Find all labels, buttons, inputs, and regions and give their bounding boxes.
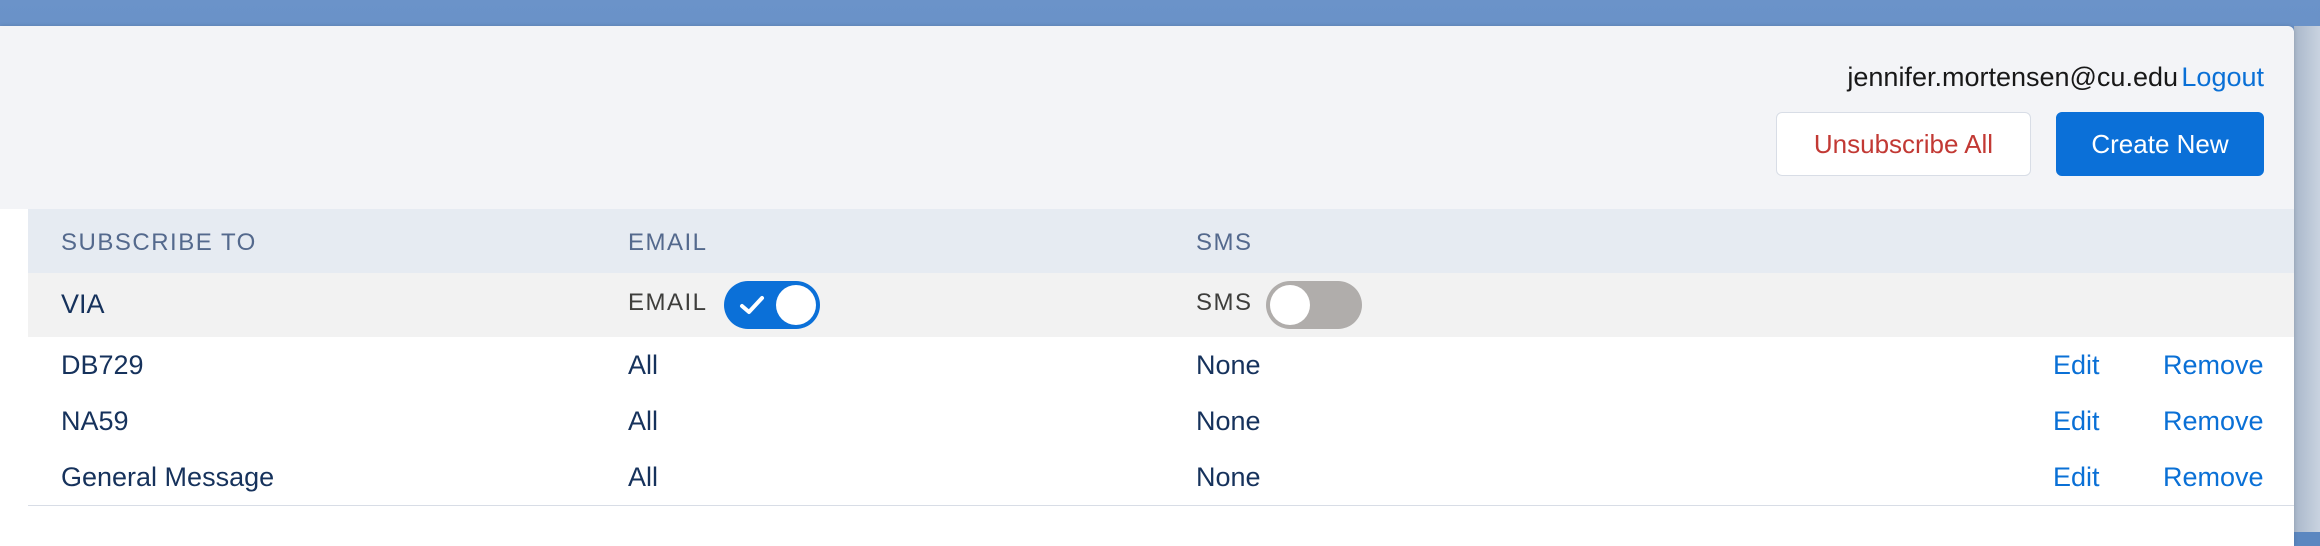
subscription-name: DB729 — [61, 350, 144, 380]
remove-link[interactable]: Remove — [2163, 406, 2264, 437]
via-label: VIA — [61, 289, 105, 319]
column-header-subscribe-to: SUBSCRIBE TO — [61, 229, 257, 256]
check-icon — [740, 296, 764, 314]
subscription-name: General Message — [61, 462, 275, 492]
sms-setting: None — [1196, 462, 1261, 492]
column-header-sms: SMS — [1196, 229, 1253, 256]
logout-link[interactable]: Logout — [2181, 62, 2264, 93]
user-email: jennifer.mortensen@cu.edu — [1847, 62, 2178, 92]
create-new-button[interactable]: Create New — [2056, 112, 2264, 176]
table-row: DB729 All None Edit Remove — [28, 337, 2294, 394]
remove-link[interactable]: Remove — [2163, 350, 2264, 381]
email-toggle[interactable] — [724, 281, 820, 329]
sms-setting: None — [1196, 406, 1261, 436]
edit-link[interactable]: Edit — [2053, 406, 2100, 437]
email-setting: All — [628, 350, 659, 380]
table-header: SUBSCRIBE TO EMAIL SMS — [28, 209, 2294, 274]
table-row: NA59 All None Edit Remove — [28, 393, 2294, 450]
subscription-name: NA59 — [61, 406, 129, 436]
email-setting: All — [628, 406, 659, 436]
unsubscribe-all-button[interactable]: Unsubscribe All — [1776, 112, 2031, 176]
via-sms-label: SMS — [1196, 289, 1253, 316]
edit-link[interactable]: Edit — [2053, 462, 2100, 493]
subscriptions-card: jennifer.mortensen@cu.edu Logout Unsubsc… — [0, 26, 2294, 546]
via-email-label: EMAIL — [628, 289, 708, 316]
email-setting: All — [628, 462, 659, 492]
edit-link[interactable]: Edit — [2053, 350, 2100, 381]
remove-link[interactable]: Remove — [2163, 462, 2264, 493]
sms-toggle[interactable] — [1266, 281, 1362, 329]
via-row: VIA EMAIL SMS — [28, 273, 2294, 338]
subscriptions-table: SUBSCRIBE TO EMAIL SMS VIA EMAIL SMS DB7… — [28, 209, 2294, 546]
side-panel-edge — [2294, 26, 2320, 532]
column-header-email: EMAIL — [628, 229, 708, 256]
email-toggle-knob — [776, 285, 816, 325]
table-row: General Message All None Edit Remove — [28, 449, 2294, 506]
left-gutter — [0, 209, 29, 546]
card-header: jennifer.mortensen@cu.edu Logout Unsubsc… — [0, 26, 2294, 209]
sms-setting: None — [1196, 350, 1261, 380]
sms-toggle-knob — [1270, 285, 1310, 325]
